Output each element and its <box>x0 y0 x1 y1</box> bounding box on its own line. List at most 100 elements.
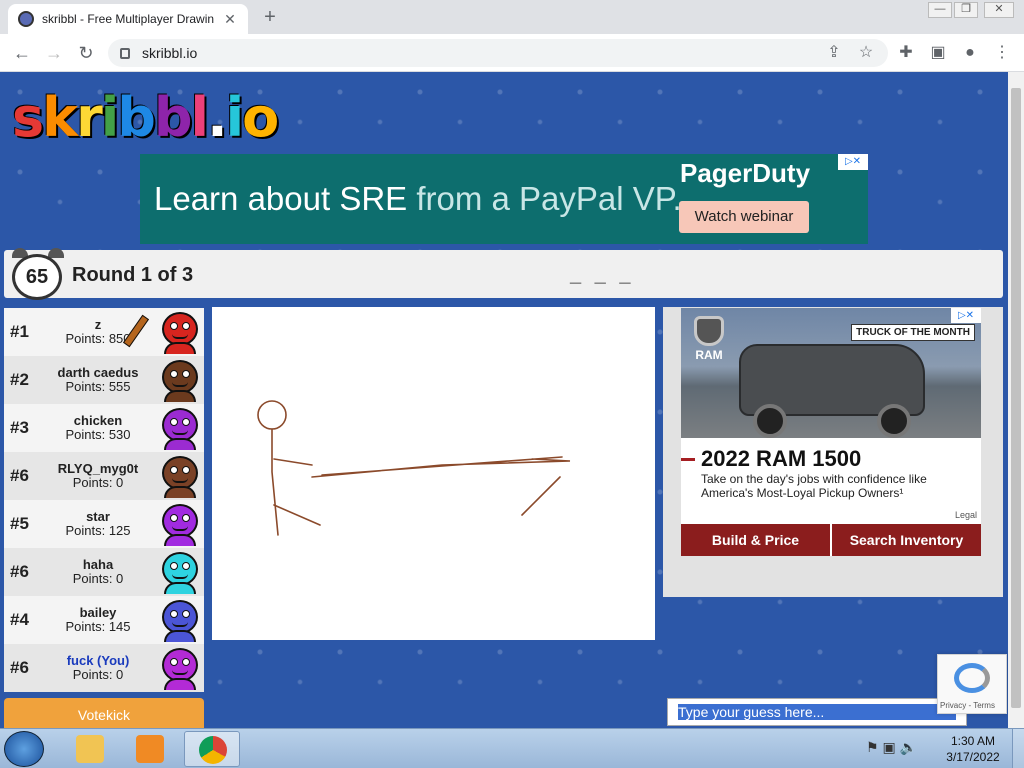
menu-kebab-icon[interactable]: ⋮ <box>992 43 1012 63</box>
game-header: 65 Round 1 of 3 _ _ _ <box>4 248 1003 300</box>
player-rank: #6 <box>10 562 29 581</box>
player-info: RLYQ_myg0t Points: 0 <box>38 462 158 490</box>
sidepanel-icon[interactable]: ▣ <box>928 43 948 63</box>
player-info: fuck (You) Points: 0 <box>38 654 158 682</box>
player-rank: #6 <box>10 658 29 677</box>
avatar-head <box>162 312 198 346</box>
player-rank: #4 <box>10 610 29 629</box>
player-row[interactable]: #5 star Points: 125 <box>4 500 204 548</box>
taskbar-media-player[interactable] <box>122 731 178 767</box>
player-row[interactable]: #6 haha Points: 0 <box>4 548 204 596</box>
player-info: darth caedus Points: 555 <box>38 366 158 394</box>
tab-title: skribbl - Free Multiplayer Drawin <box>42 12 215 26</box>
player-name: chicken <box>73 413 123 428</box>
back-icon[interactable]: ← <box>10 41 34 65</box>
player-avatar <box>158 358 202 402</box>
watch-webinar-button[interactable]: Watch webinar <box>679 201 809 233</box>
ad-legal-link[interactable]: Legal <box>955 510 977 520</box>
scrollbar-thumb[interactable] <box>1011 88 1021 708</box>
player-avatar <box>158 550 202 594</box>
avatar-body <box>164 438 196 450</box>
player-row[interactable]: #4 bailey Points: 145 <box>4 596 204 644</box>
minimize-button[interactable]: — <box>928 2 952 18</box>
guess-input[interactable] <box>667 698 967 726</box>
ad-model: 2022 RAM 1500 <box>701 446 862 471</box>
player-row[interactable]: #2 darth caedus Points: 555 <box>4 356 204 404</box>
taskbar-clock[interactable]: 1:30 AM 3/17/2022 <box>938 733 1008 765</box>
show-desktop-button[interactable] <box>1012 729 1024 768</box>
maximize-button[interactable]: ❐ <box>954 2 978 18</box>
timer: 65 <box>12 254 62 300</box>
player-rank: #6 <box>10 466 29 485</box>
player-info: bailey Points: 145 <box>38 606 158 634</box>
system-tray[interactable]: ⚑ ▣ 🔈 <box>866 739 936 759</box>
new-tab-button[interactable]: + <box>256 6 284 30</box>
page-scrollbar[interactable] <box>1008 72 1024 728</box>
player-rank: #1 <box>10 322 29 341</box>
url-text: skribbl.io <box>142 45 198 61</box>
avatar-body <box>164 486 196 498</box>
recaptcha-badge[interactable]: Privacy - Terms <box>937 654 1007 714</box>
forward-icon[interactable]: → <box>42 41 66 65</box>
start-button[interactable] <box>4 731 44 767</box>
player-rank: #3 <box>10 418 29 437</box>
ram-ad[interactable]: RAM TRUCK OF THE MONTH ▷✕ 2022 RAM 1500 … <box>681 308 981 556</box>
avatar-head <box>162 360 198 394</box>
player-name: RLYQ_myg0t <box>57 461 139 476</box>
share-icon[interactable]: ⇪ <box>824 43 844 63</box>
adchoices-icon[interactable]: ▷✕ <box>951 308 981 323</box>
extensions-icon[interactable]: ✚ <box>896 43 916 63</box>
avatar-head <box>162 456 198 490</box>
stroke-leg <box>273 504 321 526</box>
browser-tab[interactable]: skribbl - Free Multiplayer Drawin ✕ <box>8 4 248 34</box>
player-points: Points: 0 <box>72 667 124 682</box>
avatar-body <box>164 342 196 354</box>
tab-close-icon[interactable]: ✕ <box>222 11 238 28</box>
player-avatar <box>158 406 202 450</box>
search-inventory-button[interactable]: Search Inventory <box>832 524 981 556</box>
avatar-body <box>164 534 196 546</box>
build-price-button[interactable]: Build & Price <box>681 524 830 556</box>
drawing-canvas[interactable] <box>212 307 655 640</box>
profile-avatar-icon[interactable]: ● <box>960 43 980 63</box>
player-row[interactable]: #1 z Points: 850 <box>4 308 204 356</box>
word-hint: _ _ _ <box>570 264 635 286</box>
avatar-body <box>164 678 196 690</box>
close-window-button[interactable]: ✕ <box>984 2 1014 18</box>
votekick-button[interactable]: Votekick <box>4 698 204 728</box>
accent-bar <box>681 458 695 461</box>
player-points: Points: 145 <box>65 619 131 634</box>
avatar-body <box>164 582 196 594</box>
pagerduty-ad[interactable]: Learn about SRE from a PayPal VP. PagerD… <box>140 154 868 244</box>
adchoices-icon[interactable]: ▷✕ <box>838 154 868 170</box>
address-bar[interactable]: skribbl.io <box>108 39 888 67</box>
player-name: bailey <box>79 605 117 620</box>
stroke-stick <box>311 456 571 478</box>
avatar-head <box>162 504 198 538</box>
reload-icon[interactable]: ↻ <box>74 41 98 65</box>
stroke-arm <box>273 458 313 466</box>
stroke-body <box>271 428 279 536</box>
taskbar-explorer[interactable] <box>62 731 118 767</box>
stroke-head <box>257 400 287 430</box>
truck-of-month-badge: TRUCK OF THE MONTH <box>851 324 975 341</box>
chrome-icon <box>199 736 227 764</box>
player-info: star Points: 125 <box>38 510 158 538</box>
player-row[interactable]: #3 chicken Points: 530 <box>4 404 204 452</box>
bookmark-star-icon[interactable]: ☆ <box>856 43 876 63</box>
player-avatar <box>158 310 202 354</box>
player-points: Points: 0 <box>72 571 124 586</box>
player-points: Points: 125 <box>65 523 131 538</box>
avatar-head <box>162 600 198 634</box>
ad-brand: PagerDuty <box>680 158 811 188</box>
round-indicator: Round 1 of 3 <box>72 264 194 286</box>
truck-photo: RAM TRUCK OF THE MONTH ▷✕ <box>681 308 981 438</box>
windows-taskbar: ⚑ ▣ 🔈 1:30 AM 3/17/2022 <box>0 728 1024 768</box>
stroke-line <box>521 476 561 516</box>
taskbar-chrome[interactable] <box>184 731 240 767</box>
player-row[interactable]: #6 fuck (You) Points: 0 <box>4 644 204 692</box>
alarm-clock-icon: 65 <box>8 248 64 300</box>
recaptcha-terms[interactable]: Privacy - Terms <box>940 701 995 710</box>
player-row[interactable]: #6 RLYQ_myg0t Points: 0 <box>4 452 204 500</box>
player-name: star <box>86 509 110 524</box>
